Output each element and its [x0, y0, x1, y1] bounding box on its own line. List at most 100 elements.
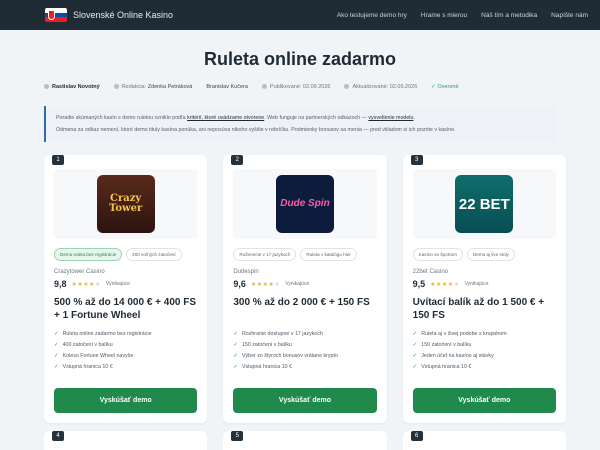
feature-item: ✓ Ruleta online zadarmo bez registrácie	[54, 331, 152, 337]
casino-name: Crazytower Casino	[54, 269, 105, 275]
rank-badge: 4	[52, 431, 64, 441]
rating: 9,8 ★★★★★ Vynikajúce	[54, 279, 197, 289]
casino-logo[interactable]: 22 BET	[455, 175, 514, 233]
tags: Ruženecte v 17 jazykoch Ruleta v katalóg…	[233, 248, 376, 261]
tag: Ruženecte v 17 jazykoch	[233, 248, 297, 261]
feature-item: ✓ 150 zatočení v balíku	[412, 342, 472, 348]
nav-link-responsible[interactable]: Hrame s mierou	[421, 12, 467, 19]
model-link[interactable]: vysvetlenie modelu	[368, 115, 413, 121]
article-meta: Rastislav Novotný Redakcia: Zdenka Petrá…	[0, 84, 600, 90]
check-icon: ✓	[54, 331, 59, 337]
brand[interactable]: Slovenské Online Kasino	[45, 8, 173, 22]
casino-name: 22bet Casino	[412, 269, 449, 275]
check-icon: ✓	[54, 342, 59, 348]
try-demo-button[interactable]: Vyskúšať demo	[233, 388, 377, 413]
check-icon: ✓	[233, 342, 238, 348]
tag: Demo aj live stoly	[466, 248, 515, 261]
disclosure-notice: Poradie skúmaných kasín s demo ruletou v…	[44, 106, 556, 142]
user-icon	[44, 84, 49, 90]
reviewers: Redakcia: Zdenka Petráková	[113, 84, 193, 90]
rank-badge: 2	[231, 155, 244, 165]
verified-badge: ✓ Overené	[431, 84, 459, 90]
check-icon: ✓	[412, 342, 418, 348]
logo-box: Dude Spin	[233, 169, 377, 239]
tag: Kasíno so športom	[412, 248, 463, 261]
page-title: Ruleta online zadarmo	[203, 49, 397, 69]
score: 9,6	[233, 279, 246, 289]
notice-line-2: Odmena za odkaz nemení, ktoré demo titul…	[56, 127, 456, 133]
rating: 9,5 ★★★★★ Vynikajúce	[413, 279, 556, 289]
reviewer-1[interactable]: Zdenka Petráková	[148, 84, 193, 90]
feature-item: ✓ Vstupná hranica 10 €	[233, 364, 292, 370]
published-date: Publikované: 02.09.2026	[261, 84, 330, 90]
nav-link-team[interactable]: Náš tím a metodika	[481, 12, 537, 19]
rank-badge: 1	[52, 155, 64, 165]
casino-logo[interactable]: Dude Spin	[275, 175, 334, 233]
feature-item: ✓ 400 zatočení v balíku	[54, 342, 113, 348]
score: 9,8	[54, 279, 67, 289]
feature-list: ✓ Ruleta aj v živej podobe s krupiérom ✓ 1…	[413, 331, 556, 370]
feature-item: ✓ Výber zo štyroch bonusov vrátane krypto	[233, 353, 338, 359]
check-icon: ✓	[54, 364, 59, 370]
score: 9,5	[412, 279, 426, 289]
star-rating-icon: ★★★★★	[250, 281, 281, 288]
calendar-icon	[344, 84, 350, 90]
check-icon: ✓	[412, 353, 418, 359]
feature-item: ✓ 150 zatočení v balíku	[233, 342, 292, 348]
nav-link-contact[interactable]: Napíšte nám	[551, 12, 588, 19]
try-demo-button[interactable]: Vyskúšať demo	[412, 388, 556, 413]
feature-item: ✓ Vstupná hranica 10 €	[412, 364, 472, 370]
people-icon	[113, 84, 119, 90]
check-icon: ✓	[233, 364, 238, 370]
feature-item: ✓ Vstupná hranica 10 €	[54, 364, 113, 370]
top-nav: Slovenské Online Kasino Ako testujeme de…	[0, 0, 600, 30]
casino-card: 2 Dude Spin Ruženecte v 17 jazykoch Rule…	[223, 155, 387, 423]
rating-label: Vynikajúce	[464, 281, 489, 287]
notice-line-1: Poradie skúmaných kasín s demo ruletou v…	[56, 115, 415, 121]
rating-label: Vynikajúce	[105, 281, 130, 287]
bonus-offer: Uvítací balík až do 1 500 € + 150 FS	[412, 297, 545, 321]
nav-link-testing[interactable]: Ako testujeme demo hry	[337, 12, 407, 19]
criteria-link[interactable]: kritérií, ktoré uvádzame otvorene	[187, 115, 264, 121]
rank-badge: 6	[410, 431, 423, 441]
casino-card: 6	[402, 431, 566, 450]
tag: 400 voľných zatočení	[126, 248, 182, 261]
nav-links: Ako testujeme demo hry Hrame s mierou Ná…	[337, 12, 588, 19]
casino-card: 4	[44, 431, 208, 450]
feature-list: ✓ Rozhranie dostupné v 17 jazykoch ✓ 150 z…	[233, 331, 376, 370]
feature-item: ✓ Koleso Fortune Wheel navyše	[54, 353, 134, 359]
check-icon: ✓	[412, 364, 418, 370]
next-casino-cards: 4 5 6	[44, 431, 566, 450]
casino-card: 5	[223, 431, 387, 450]
updated-date: Aktualizované: 02.09.2026	[344, 84, 417, 90]
feature-list: ✓ Ruleta online zadarmo bez registrácie ✓…	[54, 331, 197, 370]
rank-badge: 5	[231, 431, 244, 441]
tags: Demo ruleta bez registrácie 400 voľných …	[54, 248, 197, 261]
logo-box: Crazy Tower	[54, 169, 198, 239]
casino-logo[interactable]: Crazy Tower	[96, 175, 155, 233]
feature-item: ✓ Rozhranie dostupné v 17 jazykoch	[233, 331, 323, 337]
check-icon: ✓	[412, 331, 418, 337]
try-demo-button[interactable]: Vyskúšať demo	[54, 388, 198, 413]
bonus-offer: 500 % až do 14 000 € + 400 FS + 1 Fortun…	[54, 297, 197, 321]
casino-card: 1 Crazy Tower Demo ruleta bez registráci…	[44, 155, 208, 423]
star-rating-icon: ★★★★★	[430, 281, 460, 288]
slovak-flag-icon	[45, 8, 67, 22]
brand-name[interactable]: Slovenské Online Kasino	[73, 10, 173, 20]
rating: 9,6 ★★★★★ Vynikajúce	[233, 279, 376, 289]
tags: Kasíno so športom Demo aj live stoly	[412, 248, 556, 261]
rating-label: Vynikajúce	[285, 281, 310, 287]
check-icon: ✓	[54, 353, 59, 359]
star-rating-icon: ★★★★★	[71, 281, 101, 288]
reviewer-2[interactable]: Branislav Kučera	[206, 84, 248, 90]
tag: Ruleta v katalógu hier	[300, 248, 357, 261]
casino-name: Dudespin	[233, 269, 259, 275]
casino-card: 3 22 BET Kasíno so športom Demo aj live …	[402, 155, 566, 423]
logo-box: 22 BET	[412, 169, 556, 239]
tag: Demo ruleta bez registrácie	[54, 248, 123, 261]
feature-item: ✓ Jeden účet na kasíno aj stávky	[412, 353, 494, 359]
author[interactable]: Rastislav Novotný	[44, 84, 100, 90]
check-icon: ✓	[233, 331, 238, 337]
rank-badge: 3	[410, 155, 423, 165]
feature-item: ✓ Ruleta aj v živej podobe s krupiérom	[412, 331, 507, 337]
